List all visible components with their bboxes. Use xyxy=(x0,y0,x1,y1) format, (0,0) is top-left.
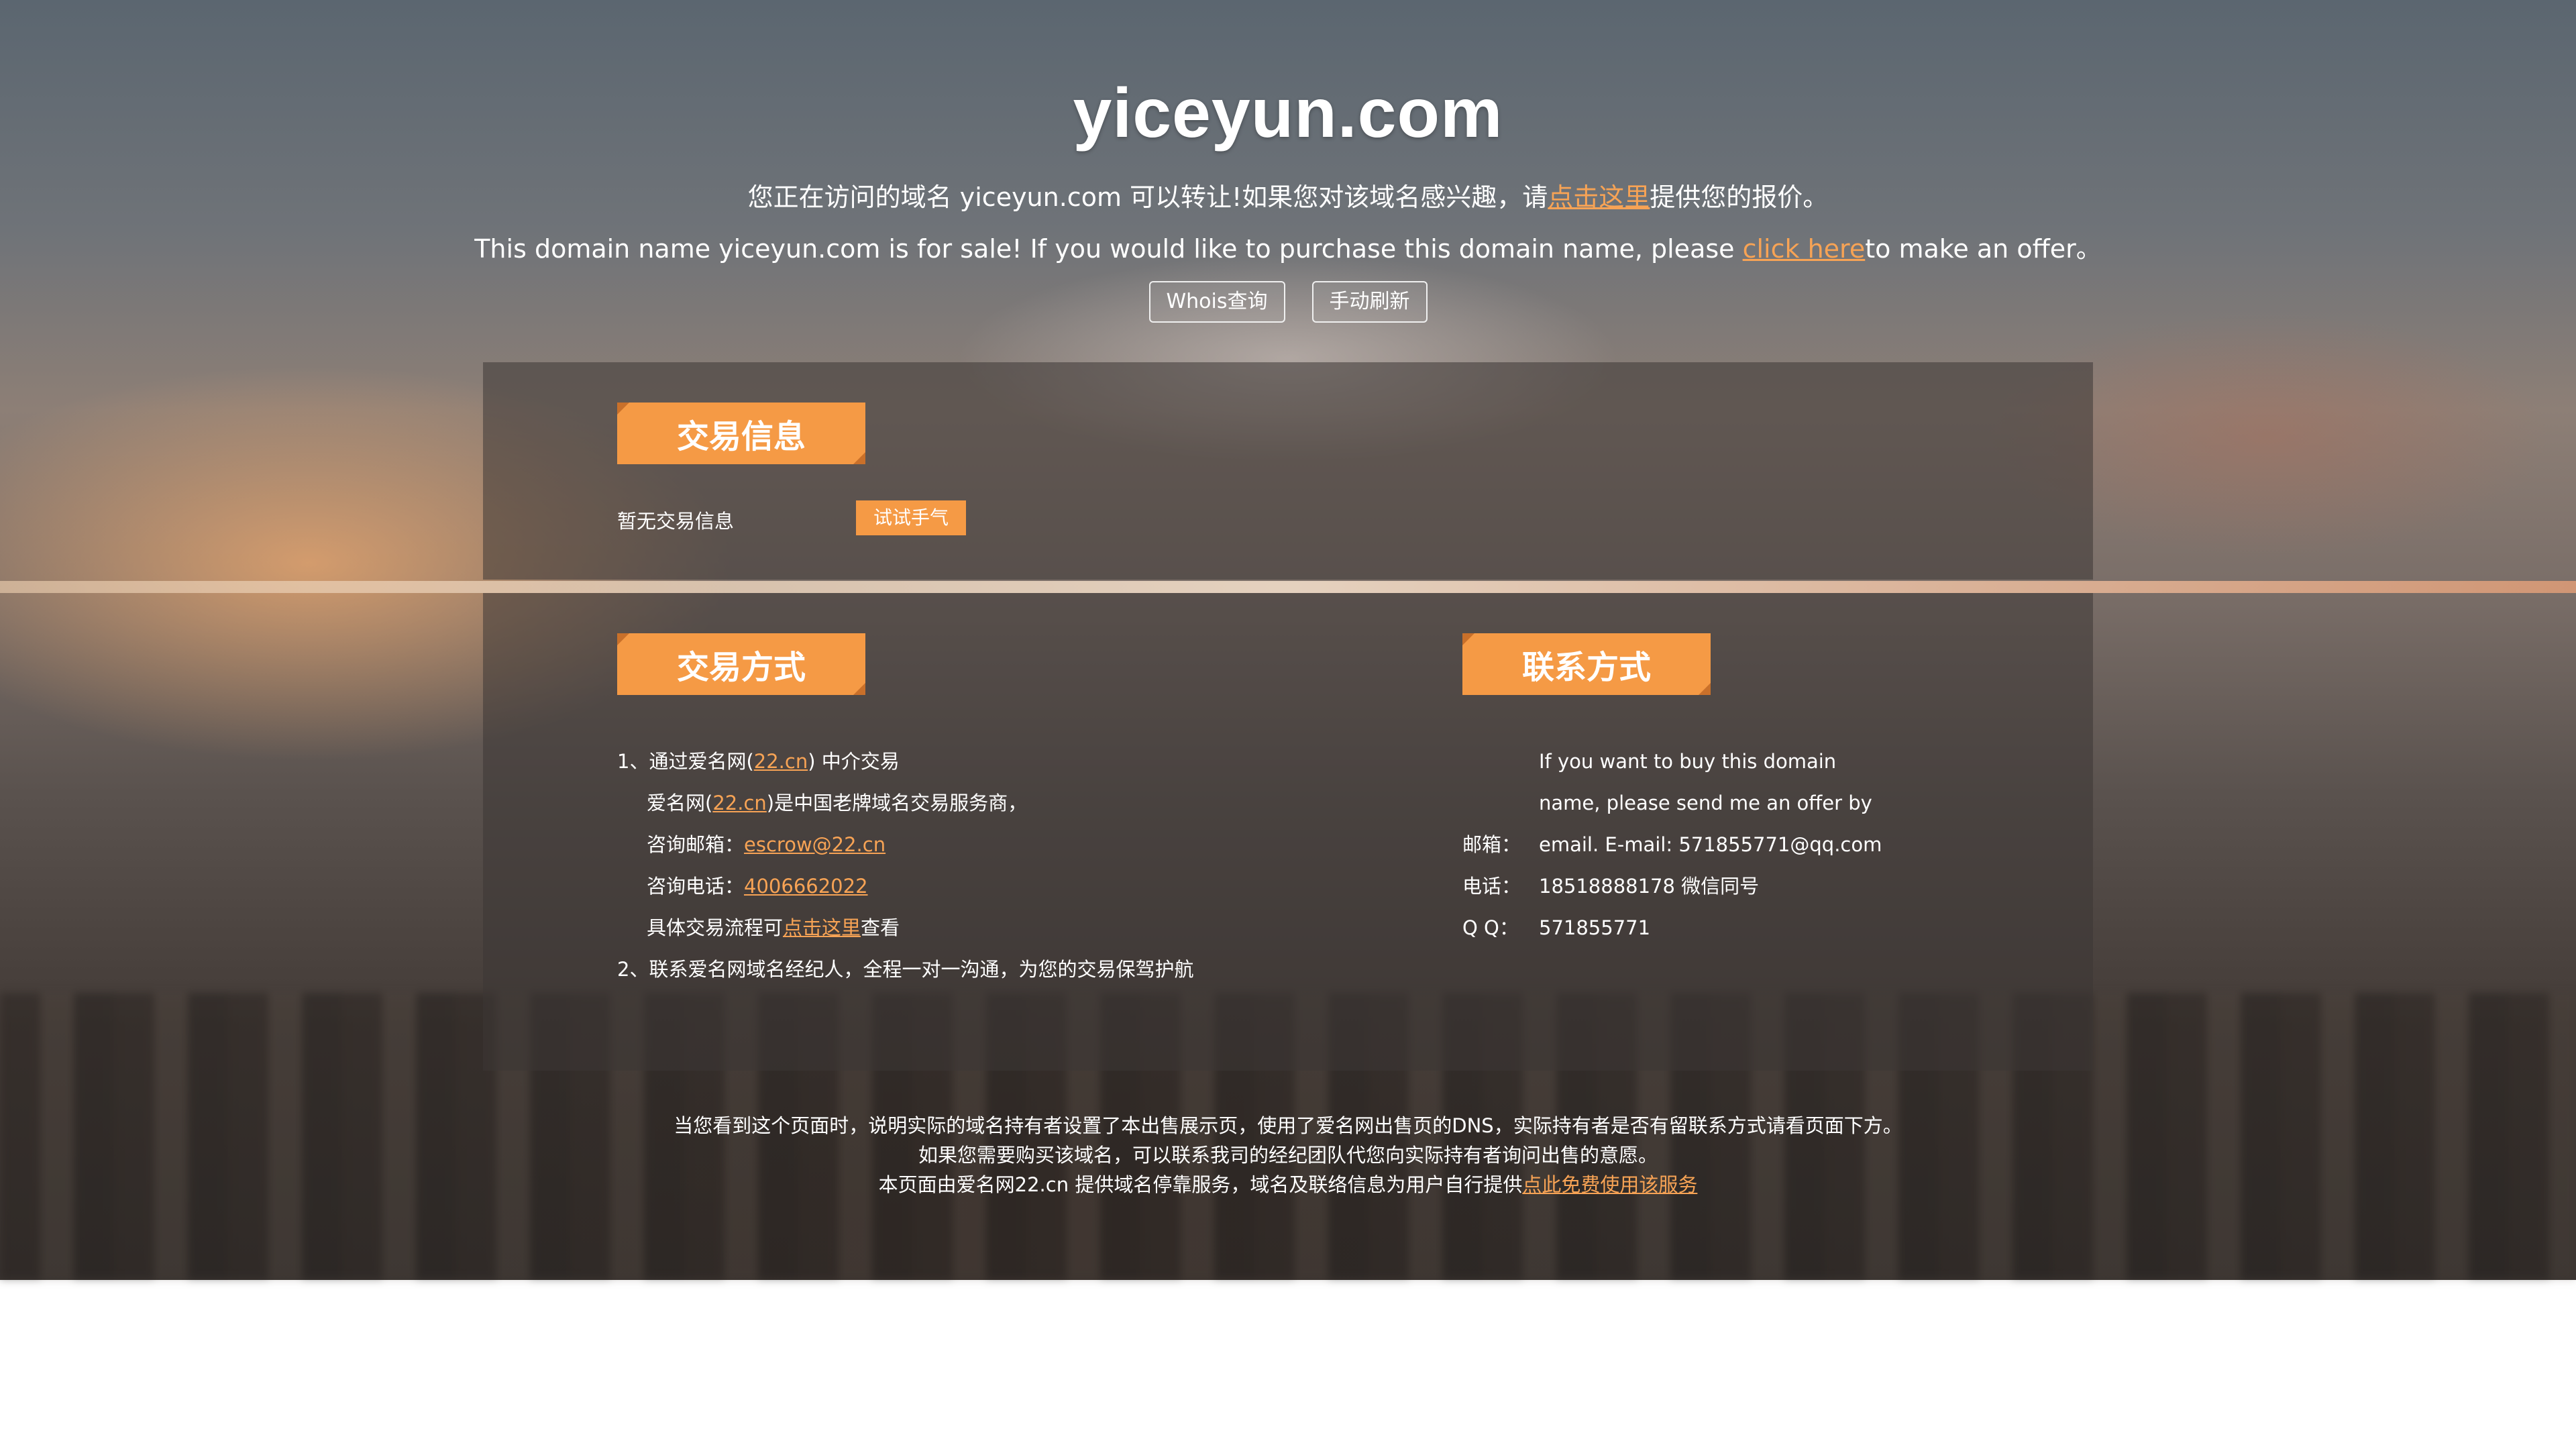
aiming-link[interactable]: 22.cn xyxy=(754,750,808,773)
escrow-email-link[interactable]: escrow@22.cn xyxy=(744,833,885,856)
list-item: 咨询邮箱：escrow@22.cn xyxy=(617,824,1193,865)
footer: 当您看到这个页面时，说明实际的域名持有者设置了本出售展示页，使用了爱名网出售页的… xyxy=(0,1111,2576,1199)
phone-label: 咨询电话： xyxy=(647,875,745,898)
phone-link[interactable]: 4006662022 xyxy=(744,875,868,898)
contact-list: If you want to buy this domain name, ple… xyxy=(1462,741,1882,949)
list-item: name, please send me an offer by xyxy=(1462,782,1882,824)
contact-intro: If you want to buy this domain xyxy=(1539,750,1837,773)
list-item: 2、联系爱名网域名经纪人，全程一对一沟通，为您的交易保驾护航 xyxy=(617,949,1193,990)
trade-method-heading: 交易方式 xyxy=(617,633,865,695)
no-trade-info-text: 暂无交易信息 xyxy=(617,510,735,533)
footer-line: 当您看到这个页面时，说明实际的域名持有者设置了本出售展示页，使用了爱名网出售页的… xyxy=(674,1114,1902,1137)
list-item-text: 具体交易流程可 xyxy=(647,916,784,939)
contact-phone-label: 电话： xyxy=(1462,875,1521,898)
sale-notice-en-tail: to make an offer。 xyxy=(1865,234,2102,264)
list-item: If you want to buy this domain xyxy=(1462,741,1882,782)
list-item: 电话： 18518888178 微信同号 xyxy=(1462,865,1882,907)
try-luck-button[interactable]: 试试手气 xyxy=(856,500,967,535)
contact-phone-value: 18518888178 微信同号 xyxy=(1539,875,1760,898)
trade-method-list: 1、通过爱名网(22.cn) 中介交易 爱名网(22.cn)是中国老牌域名交易服… xyxy=(617,741,1193,990)
sale-notice-cn-tail: 提供您的报价。 xyxy=(1650,182,1829,212)
sale-notice-cn-text: 您正在访问的域名 yiceyun.com 可以转让!如果您对该域名感兴趣，请 xyxy=(747,182,1548,212)
trade-info-panel: 交易信息 暂无交易信息 试试手气 xyxy=(483,362,2093,580)
header-buttons: Whois查询 手动刷新 xyxy=(0,281,2576,323)
list-item: 邮箱： email. E-mail: 571855771@qq.com xyxy=(1462,824,1882,865)
contact-heading: 联系方式 xyxy=(1462,633,1711,695)
refresh-button[interactable]: 手动刷新 xyxy=(1311,281,1428,323)
contact-email-label: 邮箱： xyxy=(1462,833,1521,856)
list-item-text: )是中国老牌域名交易服务商， xyxy=(766,792,1028,814)
list-item: 1、通过爱名网(22.cn) 中介交易 xyxy=(617,741,1193,782)
aiming-link[interactable]: 22.cn xyxy=(712,792,766,814)
footer-text: 本页面由爱名网22.cn 提供域名停靠服务，域名及联络信息为用户自行提供 xyxy=(878,1173,1523,1196)
footer-line: 如果您需要购买该域名，可以联系我司的经纪团队代您向实际持有者询问出售的意愿。 xyxy=(918,1144,1658,1167)
contact-intro: name, please send me an offer by xyxy=(1539,792,1872,814)
free-service-link[interactable]: 点此免费使用该服务 xyxy=(1522,1173,1697,1196)
list-item: 咨询电话：4006662022 xyxy=(617,865,1193,907)
trade-contact-panel: 交易方式 联系方式 1、通过爱名网(22.cn) 中介交易 爱名网(22.cn)… xyxy=(483,593,2093,1071)
list-item: 爱名网(22.cn)是中国老牌域名交易服务商， xyxy=(617,782,1193,824)
contact-qq-value: 571855771 xyxy=(1539,916,1651,939)
sale-notice-en: This domain name yiceyun.com is for sale… xyxy=(0,228,2576,265)
list-item-text: 查看 xyxy=(861,916,900,939)
email-label: 咨询邮箱： xyxy=(647,833,745,856)
contact-email-value: email. E-mail: 571855771@qq.com xyxy=(1539,833,1882,856)
trade-flow-link[interactable]: 点击这里 xyxy=(783,916,861,939)
list-item-text: 爱名网( xyxy=(647,792,713,814)
whois-button[interactable]: Whois查询 xyxy=(1148,281,1285,323)
header: yiceyun.com 您正在访问的域名 yiceyun.com 可以转让!如果… xyxy=(0,74,2576,323)
contact-qq-label: Q Q： xyxy=(1462,916,1519,939)
footer-line: 本页面由爱名网22.cn 提供域名停靠服务，域名及联络信息为用户自行提供点此免费… xyxy=(0,1170,2576,1199)
list-item: 具体交易流程可点击这里查看 xyxy=(617,907,1193,949)
list-item-text: 2、联系爱名网域名经纪人，全程一对一沟通，为您的交易保驾护航 xyxy=(617,958,1194,981)
background-light-streak xyxy=(0,581,2576,593)
list-item-text: ) 中介交易 xyxy=(808,750,900,773)
list-item: Q Q： 571855771 xyxy=(1462,907,1882,949)
sale-notice-cn: 您正在访问的域名 yiceyun.com 可以转让!如果您对该域名感兴趣，请点击… xyxy=(0,176,2576,213)
offer-link-en[interactable]: click here xyxy=(1743,234,1866,264)
offer-link-cn[interactable]: 点击这里 xyxy=(1548,182,1650,212)
domain-title: yiceyun.com xyxy=(1073,74,1503,152)
list-item-text: 1、通过爱名网( xyxy=(617,750,754,773)
sale-notice-en-text: This domain name yiceyun.com is for sale… xyxy=(474,234,1743,264)
trade-info-heading: 交易信息 xyxy=(617,402,865,464)
